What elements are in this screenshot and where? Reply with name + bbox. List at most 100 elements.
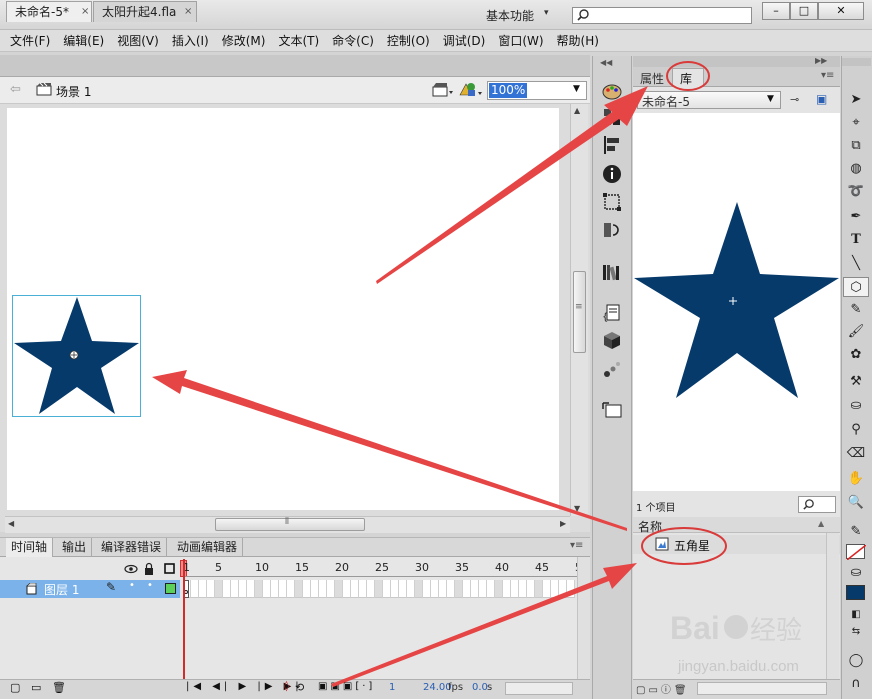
fill-color-swatch[interactable] [846, 585, 865, 600]
menu-help[interactable]: 帮助(H) [557, 30, 599, 51]
swap-colors-icon[interactable]: ⇆ [843, 622, 869, 642]
frame-cell[interactable] [415, 580, 423, 598]
frame-cell[interactable] [567, 580, 575, 598]
tab-properties[interactable]: 属性 [640, 70, 664, 87]
pencil-tool-icon[interactable]: ✎ [843, 300, 869, 320]
frame-cell[interactable] [215, 580, 223, 598]
minimize-button[interactable]: – [762, 2, 790, 20]
menu-insert[interactable]: 插入(I) [172, 30, 209, 51]
menu-edit[interactable]: 编辑(E) [63, 30, 104, 51]
frame-cell[interactable] [503, 580, 511, 598]
frame-cell[interactable] [351, 580, 359, 598]
edit-symbols-icon[interactable] [458, 80, 484, 100]
back-arrow-icon[interactable]: ⇦ [10, 82, 21, 97]
swatches-icon[interactable] [601, 106, 623, 128]
eyedropper-tool-icon[interactable]: ⚲ [843, 420, 869, 440]
menu-debug[interactable]: 调试(D) [443, 30, 486, 51]
align-icon[interactable] [601, 134, 623, 156]
delete-layer-icon[interactable]: 🗑 [52, 681, 66, 694]
frame-cell[interactable] [375, 580, 383, 598]
elapsed-time[interactable]: 0.0 [472, 682, 488, 693]
subselection-tool-icon[interactable]: ⌖ [843, 113, 869, 133]
frame-cell[interactable] [231, 580, 239, 598]
frame-cell[interactable] [431, 580, 439, 598]
expand-panels-icon[interactable]: ◀◀ [600, 58, 612, 67]
frame-cell[interactable] [311, 580, 319, 598]
history-icon[interactable] [601, 219, 623, 241]
timeline-vertical-scrollbar[interactable] [577, 557, 590, 679]
frame-cell[interactable] [399, 580, 407, 598]
stroke-color-swatch[interactable] [846, 544, 867, 561]
panel-menu-icon[interactable]: ▾≡ [821, 70, 834, 81]
project-icon[interactable] [601, 399, 623, 421]
center-frame-icon[interactable]: ◊ [284, 681, 289, 692]
zoom-tool-icon[interactable]: 🔍 [843, 493, 869, 513]
frame-cell[interactable] [263, 580, 271, 598]
hand-tool-icon[interactable]: ✋ [843, 469, 869, 489]
edit-scene-icon[interactable] [432, 81, 454, 99]
brush-tool-icon[interactable]: 🖌 [843, 322, 869, 342]
library-column-header[interactable] [633, 517, 840, 533]
text-tool-icon[interactable]: T [843, 230, 869, 250]
frame-cells[interactable] [183, 580, 577, 598]
new-layer-icon[interactable]: ▢ [10, 681, 20, 694]
frame-cell[interactable] [407, 580, 415, 598]
frame-cell[interactable] [479, 580, 487, 598]
tab-timeline[interactable]: 时间轴 [6, 538, 54, 557]
components-icon[interactable] [601, 330, 623, 352]
3d-rotation-tool-icon[interactable]: ◍ [843, 159, 869, 179]
frame-cell[interactable] [447, 580, 455, 598]
menu-view[interactable]: 视图(V) [117, 30, 159, 51]
close-icon[interactable]: × [81, 2, 89, 22]
frame-cell[interactable] [423, 580, 431, 598]
paint-bucket-tool-icon[interactable]: ⛀ [843, 396, 869, 416]
frame-cell[interactable] [391, 580, 399, 598]
line-tool-icon[interactable]: ╲ [843, 254, 869, 274]
frame-cell[interactable] [207, 580, 215, 598]
frame-cell[interactable] [439, 580, 447, 598]
scroll-right-icon[interactable]: ▶ [560, 519, 566, 528]
library-item-name[interactable]: 五角星 [674, 537, 710, 554]
doc-tab-untitled-5[interactable]: 未命名-5* × [6, 1, 92, 22]
frame-cell[interactable] [543, 580, 551, 598]
frame-cell[interactable] [287, 580, 295, 598]
info-icon[interactable] [601, 163, 623, 185]
frame-cell[interactable] [511, 580, 519, 598]
doc-tab-sunrise[interactable]: 太阳升起4.fla × [93, 1, 197, 22]
tab-output[interactable]: 输出 [57, 538, 93, 557]
frame-cell[interactable] [487, 580, 495, 598]
menu-file[interactable]: 文件(F) [10, 30, 50, 51]
frame-cell[interactable] [271, 580, 279, 598]
menu-window[interactable]: 窗口(W) [498, 30, 543, 51]
chevron-down-icon[interactable]: ▼ [573, 84, 580, 94]
frame-cell[interactable] [223, 580, 231, 598]
frame-cell[interactable] [303, 580, 311, 598]
pin-library-icon[interactable]: ⊸ [790, 93, 799, 106]
new-folder-icon[interactable]: ▭ [31, 681, 41, 694]
loop-icon[interactable]: ⟲ [295, 681, 304, 694]
library-icon[interactable] [601, 261, 623, 283]
motion-presets-icon[interactable] [601, 358, 623, 380]
frame-cell[interactable] [239, 580, 247, 598]
lasso-tool-icon[interactable]: ➰ [843, 182, 869, 202]
panel-menu-icon[interactable]: ▾≡ [570, 540, 583, 551]
new-library-panel-icon[interactable]: ▣ [816, 92, 827, 106]
frame-cell[interactable] [359, 580, 367, 598]
menu-text[interactable]: 文本(T) [278, 30, 319, 51]
help-search-input[interactable] [572, 7, 752, 24]
library-bottom-icons[interactable]: ▢▭ⓘ🗑 [636, 681, 690, 696]
frame-cell[interactable] [247, 580, 255, 598]
sort-ascending-icon[interactable]: ▲ [818, 519, 824, 528]
menu-commands[interactable]: 命令(C) [332, 30, 374, 51]
tab-library-label[interactable]: 库 [680, 70, 692, 87]
frame-cell[interactable] [343, 580, 351, 598]
close-icon[interactable]: × [184, 2, 192, 22]
stroke-color-icon[interactable]: ✎ [843, 522, 869, 542]
tab-compiler-errors[interactable]: 编译器错误 [96, 538, 168, 557]
lock-dot[interactable]: • [147, 580, 153, 591]
column-name[interactable]: 名称 [638, 518, 662, 535]
snap-to-objects-icon[interactable]: ∩ [843, 674, 869, 694]
frame-cell[interactable] [535, 580, 543, 598]
pen-tool-icon[interactable]: ✒ [843, 207, 869, 227]
frame-cell[interactable] [551, 580, 559, 598]
